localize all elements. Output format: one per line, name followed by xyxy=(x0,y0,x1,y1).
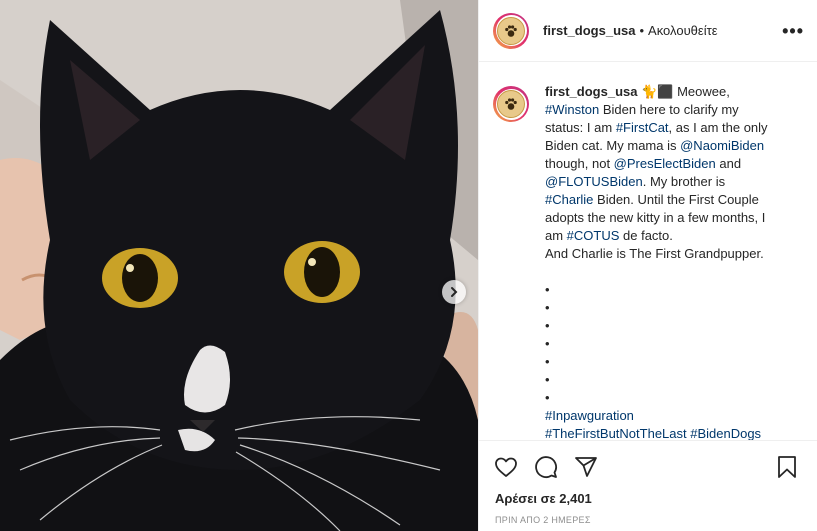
heart-icon xyxy=(495,457,517,477)
action-icon-row xyxy=(479,441,817,483)
save-button[interactable] xyxy=(774,454,800,480)
chevron-right-icon xyxy=(451,287,458,297)
caption-fragment: am xyxy=(545,228,567,243)
caption-line: • xyxy=(545,353,797,371)
caption-fragment: adopts the new kitty in a few months, I xyxy=(545,210,766,225)
caption-fragment: • xyxy=(545,300,550,315)
caption-line: #Inpawguration xyxy=(545,407,797,425)
following-status[interactable]: Ακολουθείτε xyxy=(648,23,717,38)
caption-fragment: , as I am the only xyxy=(668,120,768,135)
paw-icon xyxy=(505,98,517,110)
caption-line: • xyxy=(545,371,797,389)
caption-line: adopts the new kitty in a few months, I xyxy=(545,209,797,227)
post-photo[interactable] xyxy=(0,0,478,531)
hashtag-link[interactable]: #Winston xyxy=(545,102,599,117)
post-side-panel: first_dogs_usa • Ακολουθείτε ••• first_d… xyxy=(478,0,817,531)
caption-fragment: and xyxy=(715,156,742,171)
caption-fragment: And Charlie is The First Grandpupper. xyxy=(545,246,764,261)
caption-fragment: • xyxy=(545,354,550,369)
caption-text: first_dogs_usa 🐈⬛ Meowee, #Winston Biden… xyxy=(545,83,797,440)
caption-line: • xyxy=(545,389,797,407)
caption-fragment: • xyxy=(545,282,550,297)
bookmark-icon xyxy=(778,456,796,478)
cat-emoji-icon: 🐈⬛ xyxy=(641,84,674,99)
caption-line: And Charlie is The First Grandpupper. xyxy=(545,245,797,263)
caption-username[interactable]: first_dogs_usa xyxy=(545,84,637,99)
caption-line: #Charlie Biden. Until the First Couple xyxy=(545,191,797,209)
cat-photo-image xyxy=(0,0,478,531)
hashtag-link[interactable]: #TheFirstButNotTheLast #BidenDogs xyxy=(545,426,761,440)
caption-line: though, not @PresElectBiden and xyxy=(545,155,797,173)
hashtag-link[interactable]: @FLOTUSBiden xyxy=(545,174,643,189)
caption-fragment: • xyxy=(545,390,550,405)
next-photo-button[interactable] xyxy=(442,280,466,304)
caption-line: #TheFirstButNotTheLast #BidenDogs xyxy=(545,425,797,440)
hashtag-link[interactable]: #FirstCat xyxy=(616,120,669,135)
caption-line: • xyxy=(545,335,797,353)
separator-dot: • xyxy=(639,23,645,38)
caption-line: • xyxy=(545,317,797,335)
post-username[interactable]: first_dogs_usa xyxy=(543,23,635,38)
post-actions: Αρέσει σε 2,401 ΠΡΙΝ ΑΠΟ 2 ΗΜΕΡΕΣ xyxy=(479,440,817,531)
caption-fragment: . My brother is xyxy=(642,174,726,189)
caption-first-line: first_dogs_usa 🐈⬛ Meowee, xyxy=(545,83,797,101)
likes-count[interactable]: Αρέσει σε 2,401 xyxy=(479,483,817,506)
comment-button[interactable] xyxy=(533,454,559,480)
hashtag-link[interactable]: @NaomiBiden xyxy=(680,138,764,153)
caption-fragment: de facto. xyxy=(619,228,673,243)
caption-line: @FLOTUSBiden. My brother is xyxy=(545,173,797,191)
caption-line: am #COTUS de facto. xyxy=(545,227,797,245)
caption-line: • xyxy=(545,281,797,299)
comment-icon xyxy=(535,456,557,478)
hashtag-link[interactable]: #Inpawguration xyxy=(545,408,634,423)
more-options-button[interactable]: ••• xyxy=(782,22,804,40)
paw-icon xyxy=(505,24,517,37)
avatar[interactable] xyxy=(493,12,529,49)
caption-fragment: status: I am xyxy=(545,120,616,135)
caption-line: Biden cat. My mama is @NaomiBiden xyxy=(545,137,797,155)
share-button[interactable] xyxy=(573,454,599,480)
caption-fragment: • xyxy=(545,336,550,351)
caption-fragment: Biden. Until the First Couple xyxy=(593,192,759,207)
post-timestamp[interactable]: ΠΡΙΝ ΑΠΟ 2 ΗΜΕΡΕΣ xyxy=(479,506,817,525)
caption-area[interactable]: first_dogs_usa 🐈⬛ Meowee, #Winston Biden… xyxy=(479,63,817,440)
caption-fragment: • xyxy=(545,372,550,387)
like-button[interactable] xyxy=(493,454,519,480)
caption-line: • xyxy=(545,299,797,317)
share-icon xyxy=(575,457,597,477)
hashtag-link[interactable]: #Charlie xyxy=(545,192,593,207)
hashtag-link[interactable]: @PresElectBiden xyxy=(614,156,716,171)
caption-fragment: though, not xyxy=(545,156,614,171)
post-header: first_dogs_usa • Ακολουθείτε ••• xyxy=(479,0,817,62)
caption-fragment: Biden cat. My mama is xyxy=(545,138,681,153)
caption-fragment: Meowee, xyxy=(673,84,730,99)
caption-line: #Winston Biden here to clarify my xyxy=(545,101,797,119)
caption-fragment: Biden here to clarify my xyxy=(599,102,739,117)
caption-row: first_dogs_usa 🐈⬛ Meowee, #Winston Biden… xyxy=(479,63,817,440)
caption-line xyxy=(545,263,797,281)
caption-fragment: • xyxy=(545,318,550,333)
caption-avatar[interactable] xyxy=(493,86,529,122)
caption-line: status: I am #FirstCat, as I am the only xyxy=(545,119,797,137)
hashtag-link[interactable]: #COTUS xyxy=(567,228,620,243)
